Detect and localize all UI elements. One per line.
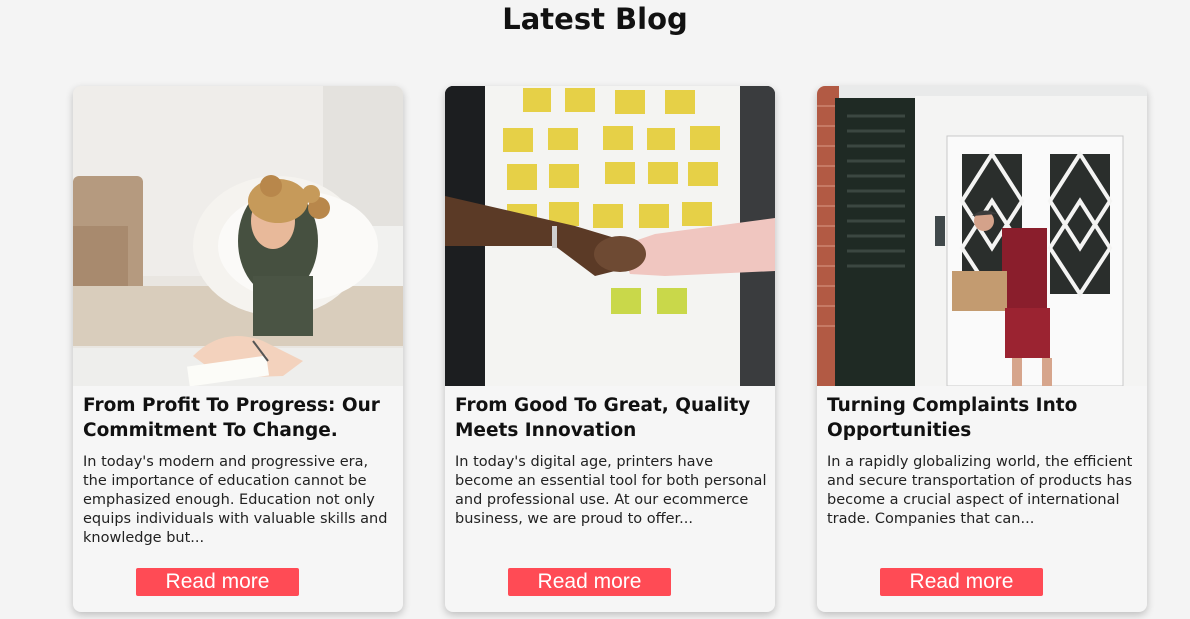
blog-card[interactable]: Turning Complaints Into Opportunities In…	[817, 86, 1147, 612]
girl-writing-image	[73, 86, 403, 386]
section-title: Latest Blog	[502, 2, 688, 36]
blog-card[interactable]: From Profit To Progress: Our Commitment …	[73, 86, 403, 612]
handshake-image	[445, 86, 775, 386]
read-more-button[interactable]: Read more	[508, 568, 671, 596]
blog-card-excerpt: In today's modern and progressive era, t…	[83, 454, 388, 546]
delivery-man-image	[817, 86, 1147, 386]
blog-card-image[interactable]	[73, 86, 403, 386]
blog-card-title[interactable]: From Good To Great, Quality Meets Innova…	[455, 393, 769, 443]
blog-card-excerpt: In today's digital age, printers have be…	[455, 454, 767, 527]
read-more-button[interactable]: Read more	[880, 568, 1043, 596]
blog-card[interactable]: From Good To Great, Quality Meets Innova…	[445, 86, 775, 612]
blog-card-title[interactable]: Turning Complaints Into Opportunities	[827, 393, 1141, 443]
blog-card-excerpt: In a rapidly globalizing world, the effi…	[827, 454, 1133, 527]
read-more-button[interactable]: Read more	[136, 568, 299, 596]
blog-card-title[interactable]: From Profit To Progress: Our Commitment …	[83, 393, 397, 443]
blog-card-image[interactable]	[817, 86, 1147, 386]
blog-card-image[interactable]	[445, 86, 775, 386]
